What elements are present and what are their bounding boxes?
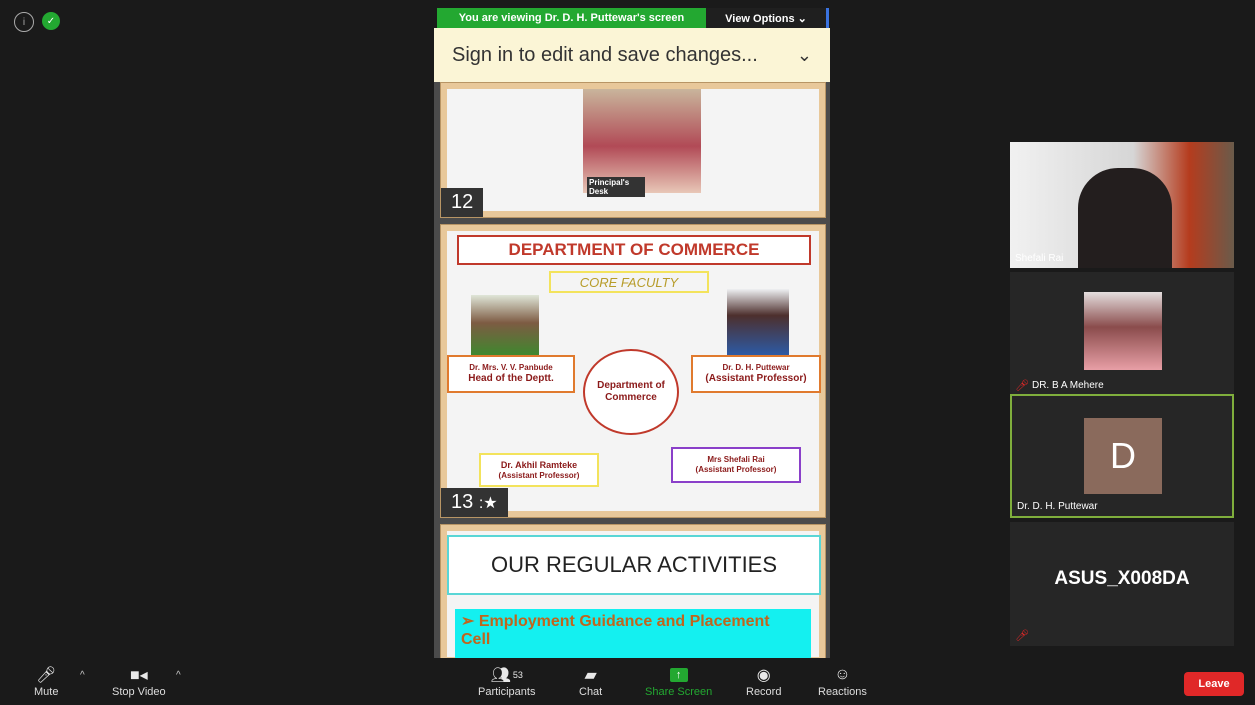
p1-role: (Assistant Professor) <box>705 372 807 384</box>
p3-box: Mrs Shefali Rai (Assistant Professor) <box>671 447 801 483</box>
slide-number: 12 <box>441 188 484 217</box>
security-shield-icon[interactable]: ✓ <box>42 12 60 30</box>
video-tile-active[interactable]: D Dr. D. H. Puttewar <box>1010 394 1234 518</box>
puttewar-photo <box>727 289 789 355</box>
activity-text: Employment Guidance and Placement <box>478 613 770 630</box>
slide-12-content: Principal's Desk <box>447 89 819 211</box>
activity-text-cont: Cell <box>461 631 491 648</box>
p2-name: Dr. Akhil Ramteke <box>500 459 578 470</box>
reactions-icon: ☺ <box>834 666 851 683</box>
p3-name: Mrs Shefali Rai <box>707 455 765 465</box>
view-options-button[interactable]: View Options ⌄ <box>706 8 829 28</box>
p3-role: (Assistant Professor) <box>695 465 777 474</box>
slide-number: 13 :★ <box>441 488 508 517</box>
chat-label: Chat <box>579 686 603 698</box>
slide-title: DEPARTMENT OF COMMERCE <box>457 235 811 265</box>
share-screen-label: Share Screen <box>645 686 713 698</box>
mic-muted-icon: 🎤︎ <box>1015 380 1029 392</box>
participants-count: 53 <box>512 670 523 680</box>
p1-name: Dr. D. H. Puttewar <box>722 363 790 373</box>
star-icon: :★ <box>478 495 498 512</box>
avatar: D <box>1084 418 1162 494</box>
leave-button[interactable]: Leave <box>1184 672 1244 696</box>
shared-screen: Sign in to edit and save changes... ⌄ Pr… <box>434 28 830 658</box>
record-label: Record <box>746 686 782 698</box>
head-box: Dr. Mrs. V. V. Panbude Head of the Deptt… <box>447 355 575 393</box>
sign-in-text: Sign in to edit and save changes... <box>452 43 758 66</box>
record-icon: ◉ <box>756 667 771 684</box>
participant-name: DR. B A Mehere <box>1031 380 1104 391</box>
screen-share-banner: You are viewing Dr. D. H. Puttewar's scr… <box>437 8 829 28</box>
mic-muted-icon: 🎤︎ <box>1015 630 1029 642</box>
participant-name-large: ASUS_X008DA <box>1054 568 1190 589</box>
share-screen-icon: ↑ <box>669 664 688 686</box>
chat-button[interactable]: ▰ Chat <box>579 664 602 698</box>
slide-14[interactable]: OUR REGULAR ACTIVITIES ➢ Employment Guid… <box>440 524 826 658</box>
chevron-up-icon[interactable]: ^ <box>80 670 85 681</box>
participant-name: Dr. D. H. Puttewar <box>1017 501 1098 512</box>
chevron-down-icon[interactable]: ⌄ <box>797 45 812 66</box>
video-camera-icon: ■◂ <box>129 667 148 684</box>
chevron-up-icon[interactable]: ^ <box>176 670 181 681</box>
viewing-label: You are viewing Dr. D. H. Puttewar's scr… <box>437 8 706 28</box>
participant-label: 🎤︎ DR. B A Mehere <box>1015 379 1104 392</box>
participant-name: Shefali Rai <box>1015 253 1064 264</box>
head-photo <box>471 295 539 357</box>
record-button[interactable]: ◉ Record <box>746 664 781 698</box>
slide-13-content: DEPARTMENT OF COMMERCE CORE FACULTY Dr. … <box>447 231 821 511</box>
microphone-icon: 🎤︎ <box>36 667 57 684</box>
video-feed <box>1078 168 1172 268</box>
share-screen-button[interactable]: ↑ Share Screen <box>645 664 712 698</box>
slide-subtitle: CORE FACULTY <box>549 271 709 293</box>
sign-in-bar[interactable]: Sign in to edit and save changes... ⌄ <box>434 28 830 82</box>
slide-14-content: OUR REGULAR ACTIVITIES ➢ Employment Guid… <box>447 531 821 658</box>
center-circle: Department of Commerce <box>583 349 679 435</box>
participant-label: 🎤︎ <box>1015 629 1029 642</box>
participants-label: Participants <box>478 686 536 698</box>
p1-box: Dr. D. H. Puttewar (Assistant Professor) <box>691 355 821 393</box>
meeting-info-icons: i ✓ <box>14 12 60 32</box>
activities-title: OUR REGULAR ACTIVITIES <box>447 535 821 595</box>
stop-video-label: Stop Video <box>112 686 166 698</box>
video-tile[interactable]: 🎤︎ DR. B A Mehere <box>1010 272 1234 396</box>
p2-box: Dr. Akhil Ramteke (Assistant Professor) <box>479 453 599 487</box>
p2-role: (Assistant Professor) <box>498 470 580 480</box>
meeting-toolbar: 🎤︎ Mute ^ ■◂ Stop Video ^ 👥︎ 53 Participa… <box>0 660 1255 705</box>
participants-icon: 👥︎ 53 <box>490 667 523 684</box>
reactions-button[interactable]: ☺ Reactions <box>818 664 867 698</box>
slide-13[interactable]: DEPARTMENT OF COMMERCE CORE FACULTY Dr. … <box>440 224 826 518</box>
mute-button[interactable]: 🎤︎ Mute <box>34 664 58 698</box>
activity-item: ➢ Employment Guidance and Placement Cell <box>455 609 811 658</box>
reactions-label: Reactions <box>818 686 867 698</box>
info-icon[interactable]: i <box>14 12 34 32</box>
video-tile[interactable]: Shefali Rai <box>1010 142 1234 268</box>
slide-12[interactable]: Principal's Desk 12 <box>440 82 826 218</box>
stop-video-button[interactable]: ■◂ Stop Video <box>112 664 166 698</box>
bullet-icon: ➢ <box>461 613 479 630</box>
participants-button[interactable]: 👥︎ 53 Participants <box>478 664 535 698</box>
chat-icon: ▰ <box>584 667 597 684</box>
head-name: Dr. Mrs. V. V. Panbude <box>469 363 553 373</box>
mute-label: Mute <box>34 686 59 698</box>
participant-photo <box>1084 292 1162 370</box>
head-role: Head of the Deptt. <box>468 372 554 384</box>
principal-caption: Principal's Desk <box>587 177 645 197</box>
video-tile[interactable]: ASUS_X008DA 🎤︎ <box>1010 522 1234 646</box>
